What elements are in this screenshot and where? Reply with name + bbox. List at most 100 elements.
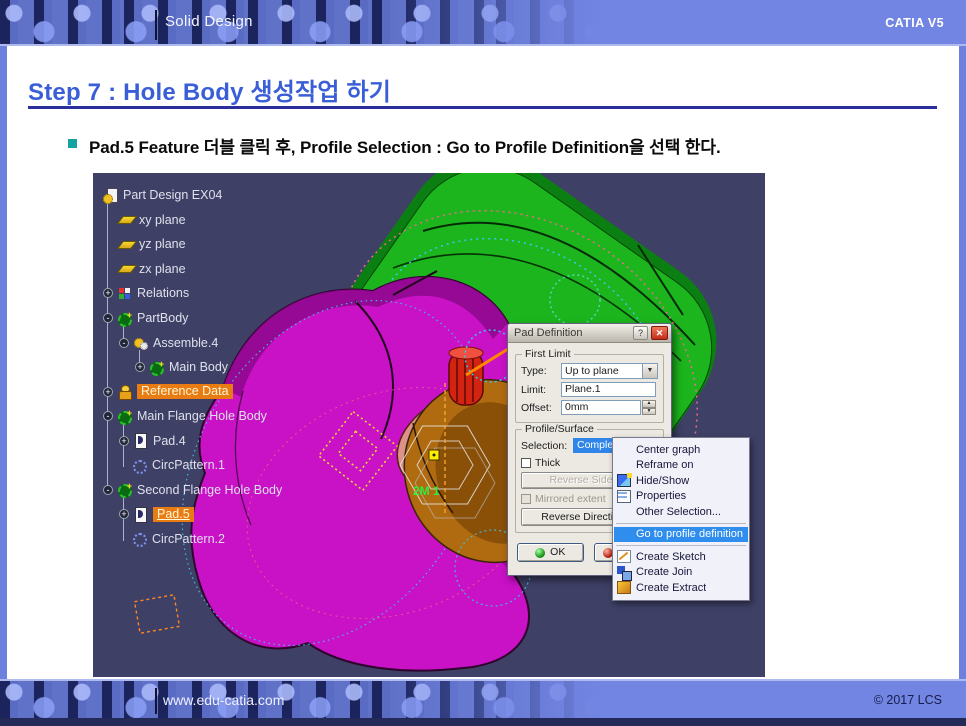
tree-item-label: Pad.4 bbox=[153, 434, 186, 448]
tree-item-label: Main Flange Hole Body bbox=[137, 409, 267, 423]
offset-label: Offset: bbox=[521, 402, 561, 414]
expander-icon[interactable]: + bbox=[119, 509, 129, 519]
dialog-titlebar[interactable]: Pad Definition ? ✕ bbox=[508, 324, 671, 343]
menu-item-label: Create Join bbox=[636, 566, 692, 578]
footer-copyright: © 2017 LCS bbox=[874, 693, 942, 707]
menu-item-label: Create Sketch bbox=[636, 551, 706, 563]
mirrored-extent-checkbox[interactable] bbox=[521, 494, 531, 504]
header-band: Solid Design CATIA V5 bbox=[0, 0, 966, 46]
tree-item-reference-data[interactable]: + Reference Data bbox=[99, 379, 282, 404]
menu-icon-spacer bbox=[617, 528, 631, 541]
menu-item-other-selection-[interactable]: Other Selection... bbox=[614, 504, 748, 520]
expander-icon[interactable]: + bbox=[103, 387, 113, 397]
slide-right-border bbox=[959, 46, 966, 679]
tree-item-xy-plane[interactable]: xy plane bbox=[99, 208, 282, 233]
menu-icon-spacer bbox=[617, 505, 631, 518]
menu-item-go-to-profile-definition[interactable]: Go to profile definition bbox=[614, 527, 748, 543]
tree-item-yz-plane[interactable]: yz plane bbox=[99, 232, 282, 257]
menu-item-properties[interactable]: Properties bbox=[614, 489, 748, 505]
menu-icon-spacer bbox=[617, 443, 631, 456]
tree-item-circpattern-1[interactable]: CircPattern.1 bbox=[99, 453, 282, 478]
tree-item-label: CircPattern.1 bbox=[152, 458, 225, 472]
limit-input[interactable]: Plane.1 bbox=[561, 382, 656, 397]
join-icon bbox=[617, 566, 631, 579]
ok-button-label: OK bbox=[550, 544, 565, 561]
tree-item-label: Pad.5 bbox=[153, 507, 194, 522]
menu-item-create-extract[interactable]: Create Extract bbox=[614, 580, 748, 596]
expander-icon[interactable]: - bbox=[103, 411, 113, 421]
dialog-title: Pad Definition bbox=[514, 327, 633, 339]
tree-item-second-flange-hole-body[interactable]: - Second Flange Hole Body bbox=[99, 478, 282, 503]
footer-divider bbox=[155, 688, 157, 714]
spec-tree: Part Design EX04 xy plane yz plane zx pl… bbox=[99, 183, 282, 551]
tree-item-partbody[interactable]: - PartBody bbox=[99, 306, 282, 331]
relations-icon bbox=[117, 286, 132, 301]
first-limit-group-label: First Limit bbox=[522, 348, 574, 360]
tree-item-pad-5[interactable]: + Pad.5 bbox=[99, 502, 282, 527]
tree-item-part-design-ex04[interactable]: Part Design EX04 bbox=[99, 183, 282, 208]
thick-checkbox[interactable] bbox=[521, 458, 531, 468]
tree-item-label: Reference Data bbox=[137, 384, 233, 399]
menu-item-label: Other Selection... bbox=[636, 506, 721, 518]
ok-button[interactable]: OK bbox=[517, 543, 584, 562]
expander-icon[interactable]: + bbox=[119, 436, 129, 446]
menu-item-create-sketch[interactable]: Create Sketch bbox=[614, 549, 748, 565]
tree-item-main-flange-hole-body[interactable]: - Main Flange Hole Body bbox=[99, 404, 282, 429]
circpattern-icon bbox=[132, 531, 147, 546]
menu-item-label: Center graph bbox=[636, 444, 700, 456]
expander-icon[interactable]: - bbox=[119, 338, 129, 348]
close-icon[interactable]: ✕ bbox=[651, 326, 668, 340]
type-select[interactable]: Up to plane ▼ bbox=[561, 363, 658, 379]
catia-screenshot: 2M 1 Part Design EX04 xy plane yz plane … bbox=[93, 173, 765, 677]
header-divider bbox=[155, 10, 157, 40]
bottom-strip bbox=[0, 718, 966, 726]
slide-left-border bbox=[0, 46, 7, 679]
tree-item-label: zx plane bbox=[139, 262, 186, 276]
tree-item-zx-plane[interactable]: zx plane bbox=[99, 257, 282, 282]
page-title: Step 7 : Hole Body 생성작업 하기 bbox=[28, 72, 391, 107]
tree-item-label: Second Flange Hole Body bbox=[137, 483, 282, 497]
slide: Solid Design CATIA V5 Step 7 : Hole Body… bbox=[0, 0, 966, 726]
body-icon bbox=[149, 360, 164, 375]
chevron-down-icon[interactable]: ▼ bbox=[642, 364, 657, 378]
tree-item-pad-4[interactable]: + Pad.4 bbox=[99, 428, 282, 453]
menu-item-create-join[interactable]: Create Join bbox=[614, 565, 748, 581]
expander-icon[interactable]: - bbox=[103, 485, 113, 495]
menu-icon-spacer bbox=[617, 459, 631, 472]
menu-item-center-graph[interactable]: Center graph bbox=[614, 442, 748, 458]
menu-item-label: Reframe on bbox=[636, 459, 693, 471]
expander-icon[interactable]: - bbox=[103, 313, 113, 323]
offset-input[interactable]: 0mm bbox=[561, 400, 641, 415]
footer-website-link[interactable]: www.edu-catia.com bbox=[163, 692, 284, 708]
tree-item-assemble-4[interactable]: - Assemble.4 bbox=[99, 330, 282, 355]
pad-icon bbox=[133, 433, 148, 448]
tree-item-relations[interactable]: + Relations bbox=[99, 281, 282, 306]
menu-item-hide-show[interactable]: Hide/Show bbox=[614, 473, 748, 489]
offset-stepper[interactable]: ▲ ▼ bbox=[642, 400, 656, 415]
assemble-icon bbox=[133, 335, 148, 350]
help-icon[interactable]: ? bbox=[633, 326, 648, 340]
header-brand-label: CATIA V5 bbox=[885, 16, 944, 30]
expander-icon[interactable]: + bbox=[135, 362, 145, 372]
expander-icon[interactable]: + bbox=[103, 288, 113, 298]
menu-item-reframe-on[interactable]: Reframe on bbox=[614, 458, 748, 474]
spin-up-icon[interactable]: ▲ bbox=[642, 400, 656, 408]
tree-item-circpattern-2[interactable]: CircPattern.2 bbox=[99, 527, 282, 552]
tree-item-label: Main Body bbox=[169, 360, 228, 374]
plane-icon bbox=[119, 212, 134, 227]
menu-item-label: Go to profile definition bbox=[636, 528, 743, 540]
title-underline bbox=[28, 106, 937, 109]
instruction-bullet: Pad.5 Feature 더블 클릭 후, Profile Selection… bbox=[68, 133, 721, 158]
reference-icon bbox=[117, 384, 132, 399]
spin-down-icon[interactable]: ▼ bbox=[642, 408, 656, 416]
selection-label: Selection: bbox=[521, 440, 573, 452]
menu-item-label: Hide/Show bbox=[636, 475, 689, 487]
instruction-text: Pad.5 Feature 더블 클릭 후, Profile Selection… bbox=[89, 133, 721, 158]
context-menu: Center graph Reframe on Hide/Show Proper… bbox=[612, 437, 750, 601]
tree-item-label: PartBody bbox=[137, 311, 188, 325]
dimension-label: 2M 1 bbox=[413, 484, 440, 498]
sketch-icon bbox=[617, 550, 631, 563]
circpattern-icon bbox=[132, 458, 147, 473]
mirrored-extent-label: Mirrored extent bbox=[535, 493, 606, 505]
tree-item-main-body[interactable]: + Main Body bbox=[99, 355, 282, 380]
